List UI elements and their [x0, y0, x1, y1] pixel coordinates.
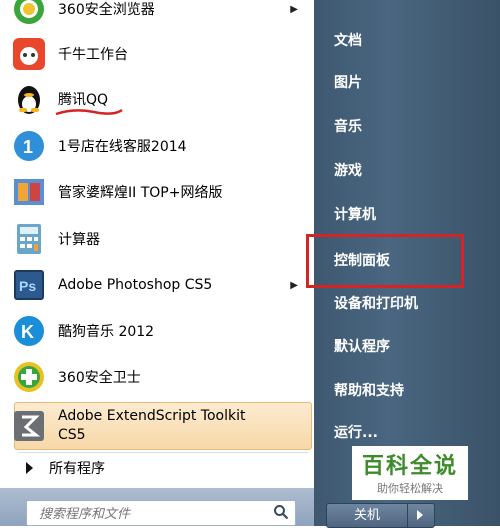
yhd-chat-icon: 1 [12, 129, 46, 163]
separator [18, 452, 308, 453]
qq-penguin-icon [12, 82, 46, 116]
red-underline-mark [55, 108, 123, 116]
program-photoshop[interactable]: Ps Adobe Photoshop CS5 ▶ [12, 268, 312, 302]
search-box[interactable] [26, 500, 296, 526]
program-kugou[interactable]: K 酷狗音乐 2012 [12, 314, 312, 348]
program-calculator[interactable]: 计算器 [12, 222, 312, 256]
photoshop-icon: Ps [12, 268, 46, 302]
360-browser-icon [12, 0, 46, 26]
all-programs-button[interactable]: 所有程序 [14, 455, 310, 481]
svg-text:1: 1 [23, 137, 33, 157]
chevron-right-icon [417, 510, 423, 520]
shutdown-button[interactable]: 关机 [326, 503, 408, 528]
svg-text:K: K [21, 322, 34, 342]
menu-help-support[interactable]: 帮助和支持 [334, 380, 404, 400]
search-icon[interactable] [273, 504, 289, 520]
svg-text:Ps: Ps [19, 278, 36, 294]
menu-music[interactable]: 音乐 [334, 116, 362, 136]
control-panel-highlight-box [306, 234, 464, 288]
program-qianniu[interactable]: 千牛工作台 [12, 37, 312, 71]
menu-documents[interactable]: 文档 [334, 30, 362, 50]
shutdown-options-button[interactable] [407, 503, 435, 528]
menu-run[interactable]: 运行... [334, 422, 378, 442]
watermark-logo: 百科全说 助你轻松解决 [352, 446, 468, 500]
program-guanjiapo[interactable]: 管家婆辉煌II TOP+网络版 [12, 175, 312, 209]
search-input[interactable] [37, 503, 271, 525]
menu-default-programs[interactable]: 默认程序 [334, 336, 390, 356]
menu-devices-printers[interactable]: 设备和打印机 [334, 293, 418, 313]
program-yhd-chat[interactable]: 1 1号店在线客服2014 [12, 129, 312, 163]
menu-computer[interactable]: 计算机 [334, 204, 376, 224]
kugou-icon: K [12, 314, 46, 348]
guanjiapo-icon [12, 175, 46, 209]
expand-arrow-icon [26, 462, 33, 474]
menu-games[interactable]: 游戏 [334, 160, 362, 180]
submenu-arrow-icon: ▶ [290, 279, 298, 291]
calculator-icon [12, 222, 46, 256]
program-360-browser[interactable]: 360安全浏览器 ▶ [12, 0, 312, 26]
submenu-arrow-icon: ▶ [290, 3, 298, 15]
qianniu-icon [12, 37, 46, 71]
menu-pictures[interactable]: 图片 [334, 72, 362, 92]
program-extendscript[interactable]: Adobe ExtendScript Toolkit CS5 [12, 405, 312, 447]
360-guard-icon [12, 360, 46, 394]
program-360-guard[interactable]: 360安全卫士 [12, 360, 312, 394]
extendscript-icon [12, 409, 46, 443]
programs-panel: 360安全浏览器 ▶ 千牛工作台 腾讯QQ 1 1号店在线客服2014 管家婆辉… [0, 0, 314, 526]
